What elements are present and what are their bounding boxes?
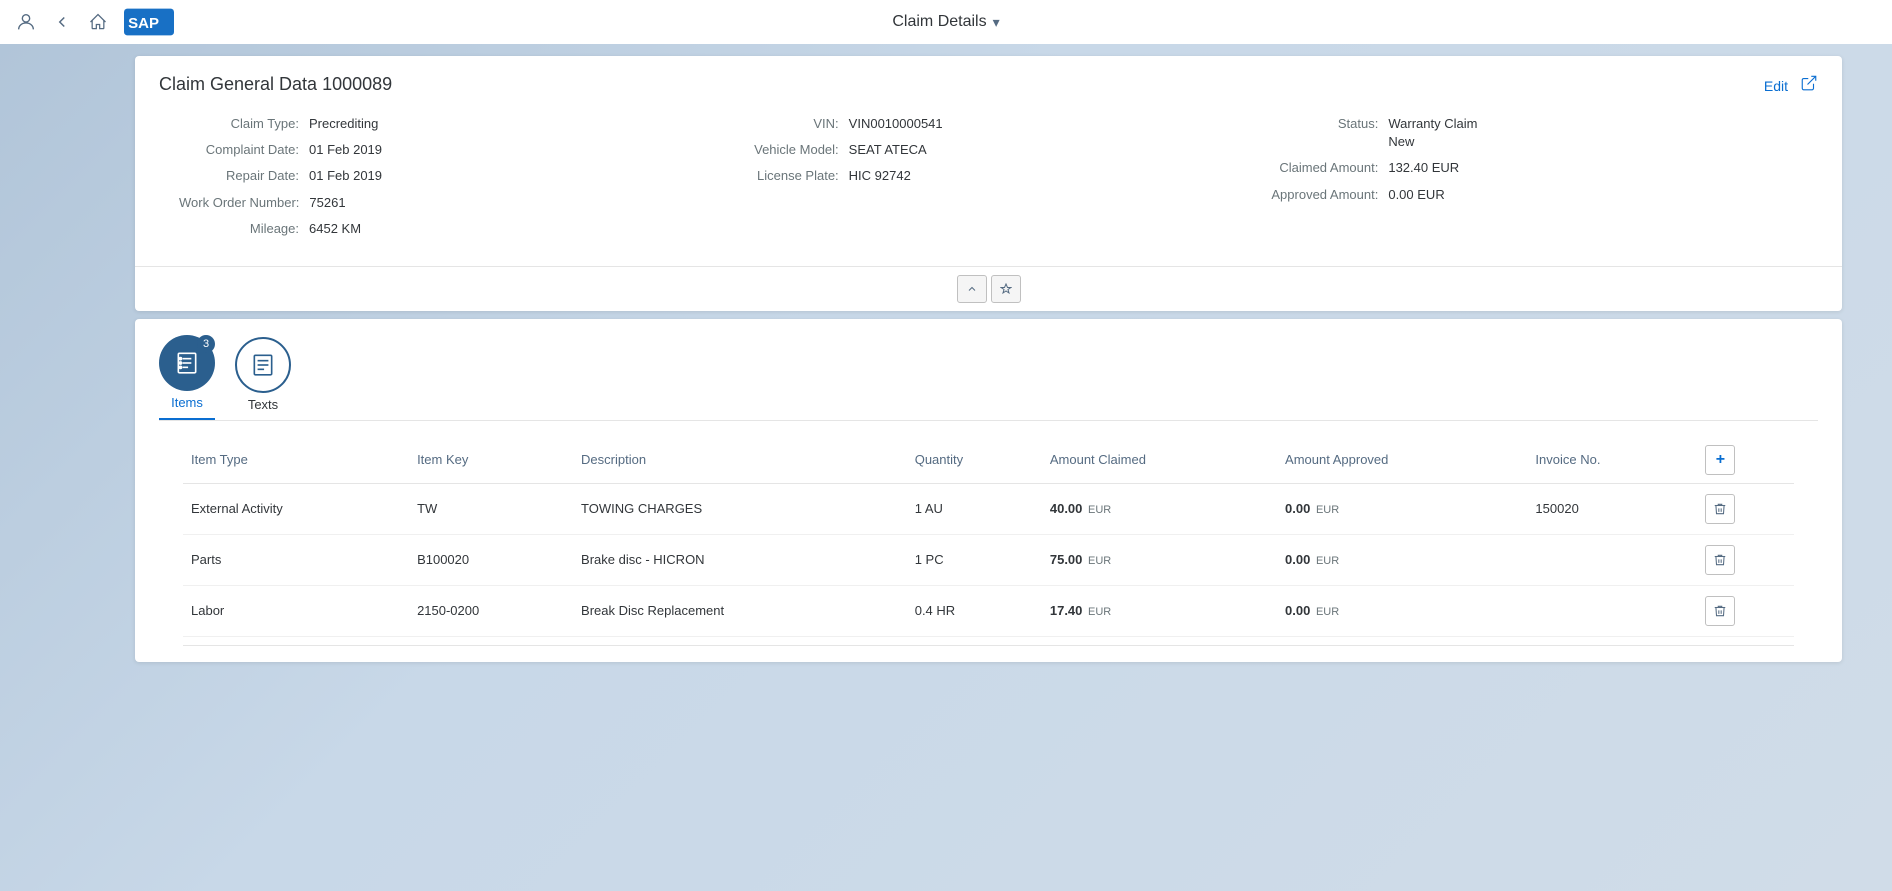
items-table-section: Item Type Item Key Description Quantity … (159, 421, 1818, 662)
cell-item-key: TW (409, 483, 573, 534)
items-tab-badge: 3 (197, 335, 215, 353)
delete-row-button[interactable] (1705, 494, 1735, 524)
tab-texts[interactable]: Texts (235, 337, 291, 420)
share-icon[interactable] (1800, 74, 1818, 97)
cell-quantity: 0.4 HR (907, 585, 1042, 636)
back-icon[interactable] (48, 8, 76, 36)
license-plate-row: License Plate: HIC 92742 (719, 167, 1259, 185)
general-data-section: Claim General Data 1000089 Edit Claim Ty… (135, 56, 1842, 266)
general-data-title: Claim General Data 1000089 (159, 74, 1818, 95)
collapse-controls (957, 275, 1021, 303)
col-amount-approved: Amount Approved (1277, 437, 1527, 484)
texts-tab-label: Texts (248, 397, 278, 412)
work-order-row: Work Order Number: 75261 (179, 194, 719, 212)
col-description: Description (573, 437, 907, 484)
pin-button[interactable] (991, 275, 1021, 303)
cell-actions (1697, 534, 1794, 585)
cell-item-type: External Activity (183, 483, 409, 534)
cell-amount-claimed: 17.40 EUR (1042, 585, 1277, 636)
tabs-header: 3 Items (159, 335, 1818, 421)
table-row: Labor 2150-0200 Break Disc Replacement 0… (183, 585, 1794, 636)
table-row: External Activity TW TOWING CHARGES 1 AU… (183, 483, 1794, 534)
vehicle-model-row: Vehicle Model: SEAT ATECA (719, 141, 1259, 159)
cell-item-type: Labor (183, 585, 409, 636)
user-icon[interactable] (12, 8, 40, 36)
vin-row: VIN: VIN0010000541 (719, 115, 1259, 133)
home-icon[interactable] (84, 8, 112, 36)
cell-item-key: 2150-0200 (409, 585, 573, 636)
delete-row-button[interactable] (1705, 545, 1735, 575)
col-item-type: Item Type (183, 437, 409, 484)
status-row: Status: Warranty ClaimNew (1258, 115, 1798, 151)
table-header-row: Item Type Item Key Description Quantity … (183, 437, 1794, 484)
cell-item-type: Parts (183, 534, 409, 585)
col-actions: + (1697, 437, 1794, 484)
collapse-up-button[interactable] (957, 275, 987, 303)
data-column-left: Claim Type: Precrediting Complaint Date:… (179, 115, 719, 246)
items-tab-icon: 3 (159, 335, 215, 391)
cell-item-key: B100020 (409, 534, 573, 585)
claimed-amount-row: Claimed Amount: 132.40 EUR (1258, 159, 1798, 177)
divider-section (135, 266, 1842, 311)
cell-description: Brake disc - HICRON (573, 534, 907, 585)
repair-date-row: Repair Date: 01 Feb 2019 (179, 167, 719, 185)
cell-invoice-no (1527, 534, 1697, 585)
cell-invoice-no: 150020 (1527, 483, 1697, 534)
data-column-right: Status: Warranty ClaimNew Claimed Amount… (1258, 115, 1798, 246)
general-data-card: Claim General Data 1000089 Edit Claim Ty… (135, 56, 1842, 311)
table-row: Parts B100020 Brake disc - HICRON 1 PC 7… (183, 534, 1794, 585)
cell-actions (1697, 585, 1794, 636)
items-tab-label: Items (171, 395, 203, 410)
card-actions: Edit (1764, 74, 1818, 97)
cell-amount-approved: 0.00 EUR (1277, 534, 1527, 585)
claim-type-row: Claim Type: Precrediting (179, 115, 719, 133)
tab-items[interactable]: 3 Items (159, 335, 215, 420)
texts-tab-icon (235, 337, 291, 393)
data-grid: Claim Type: Precrediting Complaint Date:… (159, 115, 1818, 246)
cell-amount-approved: 0.00 EUR (1277, 585, 1527, 636)
approved-amount-row: Approved Amount: 0.00 EUR (1258, 186, 1798, 204)
delete-row-button[interactable] (1705, 596, 1735, 626)
edit-button[interactable]: Edit (1764, 78, 1788, 94)
tabs-card: 3 Items (135, 319, 1842, 662)
add-item-button[interactable]: + (1705, 445, 1735, 475)
cell-amount-claimed: 40.00 EUR (1042, 483, 1277, 534)
col-invoice-no: Invoice No. (1527, 437, 1697, 484)
items-table: Item Type Item Key Description Quantity … (183, 437, 1794, 637)
col-amount-claimed: Amount Claimed (1042, 437, 1277, 484)
col-item-key: Item Key (409, 437, 573, 484)
cell-description: Break Disc Replacement (573, 585, 907, 636)
cell-quantity: 1 PC (907, 534, 1042, 585)
cell-amount-approved: 0.00 EUR (1277, 483, 1527, 534)
top-navigation: SAP Claim Details ▾ (0, 0, 1892, 44)
main-content: Claim General Data 1000089 Edit Claim Ty… (0, 44, 1892, 672)
complaint-date-row: Complaint Date: 01 Feb 2019 (179, 141, 719, 159)
cell-invoice-no (1527, 585, 1697, 636)
cell-description: TOWING CHARGES (573, 483, 907, 534)
cell-quantity: 1 AU (907, 483, 1042, 534)
mileage-row: Mileage: 6452 KM (179, 220, 719, 238)
table-footer-line (183, 645, 1794, 646)
cell-amount-claimed: 75.00 EUR (1042, 534, 1277, 585)
svg-text:SAP: SAP (128, 15, 159, 32)
col-quantity: Quantity (907, 437, 1042, 484)
cell-actions (1697, 483, 1794, 534)
page-title-nav: Claim Details ▾ (892, 13, 999, 31)
data-column-middle: VIN: VIN0010000541 Vehicle Model: SEAT A… (719, 115, 1259, 246)
sap-logo: SAP (124, 8, 174, 36)
